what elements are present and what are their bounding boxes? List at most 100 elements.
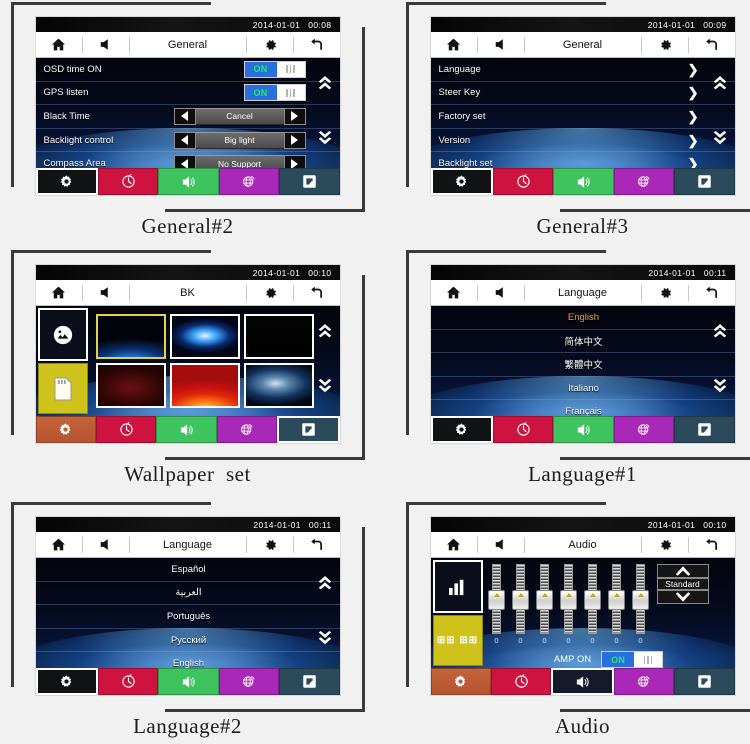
- back-icon[interactable]: [689, 38, 735, 52]
- sidebar-item-clock[interactable]: [97, 668, 159, 695]
- sidebar-item-apps[interactable]: [674, 416, 735, 443]
- stepper-prev-button[interactable]: [173, 107, 196, 125]
- back-icon[interactable]: [294, 38, 340, 52]
- toggle-switch[interactable]: ON: [243, 84, 306, 102]
- slider-track[interactable]: [488, 564, 505, 634]
- band-3[interactable]: 0: [535, 564, 555, 645]
- sidebar-item-settings[interactable]: [430, 168, 493, 195]
- wallpaper-3[interactable]: [243, 314, 314, 359]
- preset-up-button[interactable]: [656, 564, 709, 578]
- slider-track[interactable]: [536, 564, 553, 634]
- sidebar-item-apps[interactable]: [674, 668, 735, 695]
- sidebar-item-web[interactable]: [218, 668, 280, 695]
- volume-icon[interactable]: [478, 38, 524, 51]
- source-sdcard-button[interactable]: [37, 363, 88, 414]
- wallpaper-6[interactable]: [243, 363, 314, 408]
- toggle-switch[interactable]: ON: [243, 60, 306, 78]
- volume-icon[interactable]: [478, 538, 524, 551]
- home-icon[interactable]: [36, 286, 82, 299]
- volume-icon[interactable]: [478, 286, 524, 299]
- wallpaper-1[interactable]: [95, 314, 166, 359]
- stepper-prev-button[interactable]: [173, 131, 196, 149]
- sidebar-item-web[interactable]: [613, 168, 675, 195]
- home-icon[interactable]: [431, 286, 477, 299]
- list-item[interactable]: 繁體中文: [430, 353, 735, 377]
- sidebar-item-clock[interactable]: [95, 416, 157, 443]
- amp-toggle[interactable]: ON: [601, 651, 664, 668]
- home-icon[interactable]: [36, 538, 82, 551]
- list-item[interactable]: 简体中文: [430, 330, 735, 354]
- list-item[interactable]: Backlight set ❯: [431, 152, 735, 168]
- sidebar-item-web[interactable]: [218, 168, 280, 195]
- sidebar-item-settings[interactable]: [430, 416, 493, 443]
- list-item[interactable]: GPS listen ON: [35, 82, 340, 106]
- balance-mode-button[interactable]: ⊞⊞ ⊞⊞: [432, 615, 483, 666]
- gear-icon[interactable]: [642, 538, 688, 552]
- back-icon[interactable]: [294, 286, 340, 300]
- list-item[interactable]: العربية: [35, 582, 340, 606]
- stepper-next-button[interactable]: [283, 155, 306, 168]
- back-icon[interactable]: [689, 538, 735, 552]
- gear-icon[interactable]: [247, 286, 293, 300]
- sidebar-item-web[interactable]: [613, 416, 675, 443]
- sidebar-item-audio[interactable]: [156, 416, 217, 443]
- stepper-prev-button[interactable]: [173, 155, 196, 168]
- back-icon[interactable]: [294, 538, 340, 552]
- sidebar-item-clock[interactable]: [490, 668, 552, 695]
- sidebar-item-audio[interactable]: [158, 168, 219, 195]
- sidebar-item-web[interactable]: [216, 416, 278, 443]
- wallpaper-4[interactable]: [95, 363, 166, 408]
- sidebar-item-clock[interactable]: [492, 416, 554, 443]
- volume-icon[interactable]: [83, 538, 129, 551]
- sidebar-item-audio[interactable]: [553, 168, 614, 195]
- stepper-next-button[interactable]: [283, 107, 306, 125]
- wallpaper-5[interactable]: [169, 363, 240, 408]
- sidebar-item-audio[interactable]: [158, 668, 219, 695]
- list-item[interactable]: OSD time ON ON: [35, 58, 340, 82]
- list-item[interactable]: Language ❯: [430, 58, 735, 82]
- list-item[interactable]: Factory set ❯: [430, 105, 735, 129]
- source-internal-button[interactable]: [37, 308, 88, 361]
- sidebar-item-clock[interactable]: [492, 168, 554, 195]
- list-item[interactable]: English: [430, 306, 735, 330]
- band-2[interactable]: 0: [511, 564, 531, 645]
- stepper-next-button[interactable]: [283, 131, 306, 149]
- list-item[interactable]: Português: [35, 605, 340, 629]
- list-item[interactable]: Version ❯: [430, 129, 735, 153]
- list-item[interactable]: Compass Area No Support: [36, 152, 340, 168]
- gear-icon[interactable]: [247, 38, 293, 52]
- list-item[interactable]: English: [36, 652, 340, 668]
- sidebar-item-web[interactable]: [613, 668, 675, 695]
- sidebar-item-settings[interactable]: [35, 168, 98, 195]
- sidebar-item-settings[interactable]: [35, 416, 96, 443]
- volume-icon[interactable]: [83, 286, 129, 299]
- band-1[interactable]: 0: [487, 564, 507, 645]
- preset-down-button[interactable]: [656, 590, 709, 604]
- volume-icon[interactable]: [83, 38, 129, 51]
- slider-track[interactable]: [608, 564, 625, 634]
- list-item[interactable]: Français: [431, 400, 735, 416]
- slider-track[interactable]: [632, 564, 649, 634]
- sidebar-item-audio[interactable]: [553, 416, 614, 443]
- value-stepper[interactable]: Big light: [173, 131, 306, 149]
- slider-track[interactable]: [560, 564, 577, 634]
- list-item[interactable]: Steer Key ❯: [430, 82, 735, 106]
- sidebar-item-settings[interactable]: [35, 668, 98, 695]
- equalizer-mode-button[interactable]: [432, 560, 483, 613]
- list-item[interactable]: Русский: [35, 629, 340, 653]
- band-5[interactable]: 0: [583, 564, 603, 645]
- sidebar-item-settings[interactable]: [430, 668, 491, 695]
- list-item[interactable]: Black Time Cancel: [35, 105, 340, 129]
- home-icon[interactable]: [36, 38, 82, 51]
- list-item[interactable]: Italiano: [430, 377, 735, 401]
- sidebar-item-apps[interactable]: [674, 168, 735, 195]
- slider-track[interactable]: [584, 564, 601, 634]
- home-icon[interactable]: [431, 538, 477, 551]
- value-stepper[interactable]: No Support: [173, 155, 306, 168]
- value-stepper[interactable]: Cancel: [173, 107, 306, 125]
- wallpaper-2[interactable]: [169, 314, 240, 359]
- gear-icon[interactable]: [642, 38, 688, 52]
- band-4[interactable]: 0: [559, 564, 579, 645]
- sidebar-item-apps[interactable]: [277, 416, 340, 443]
- band-6[interactable]: 0: [607, 564, 627, 645]
